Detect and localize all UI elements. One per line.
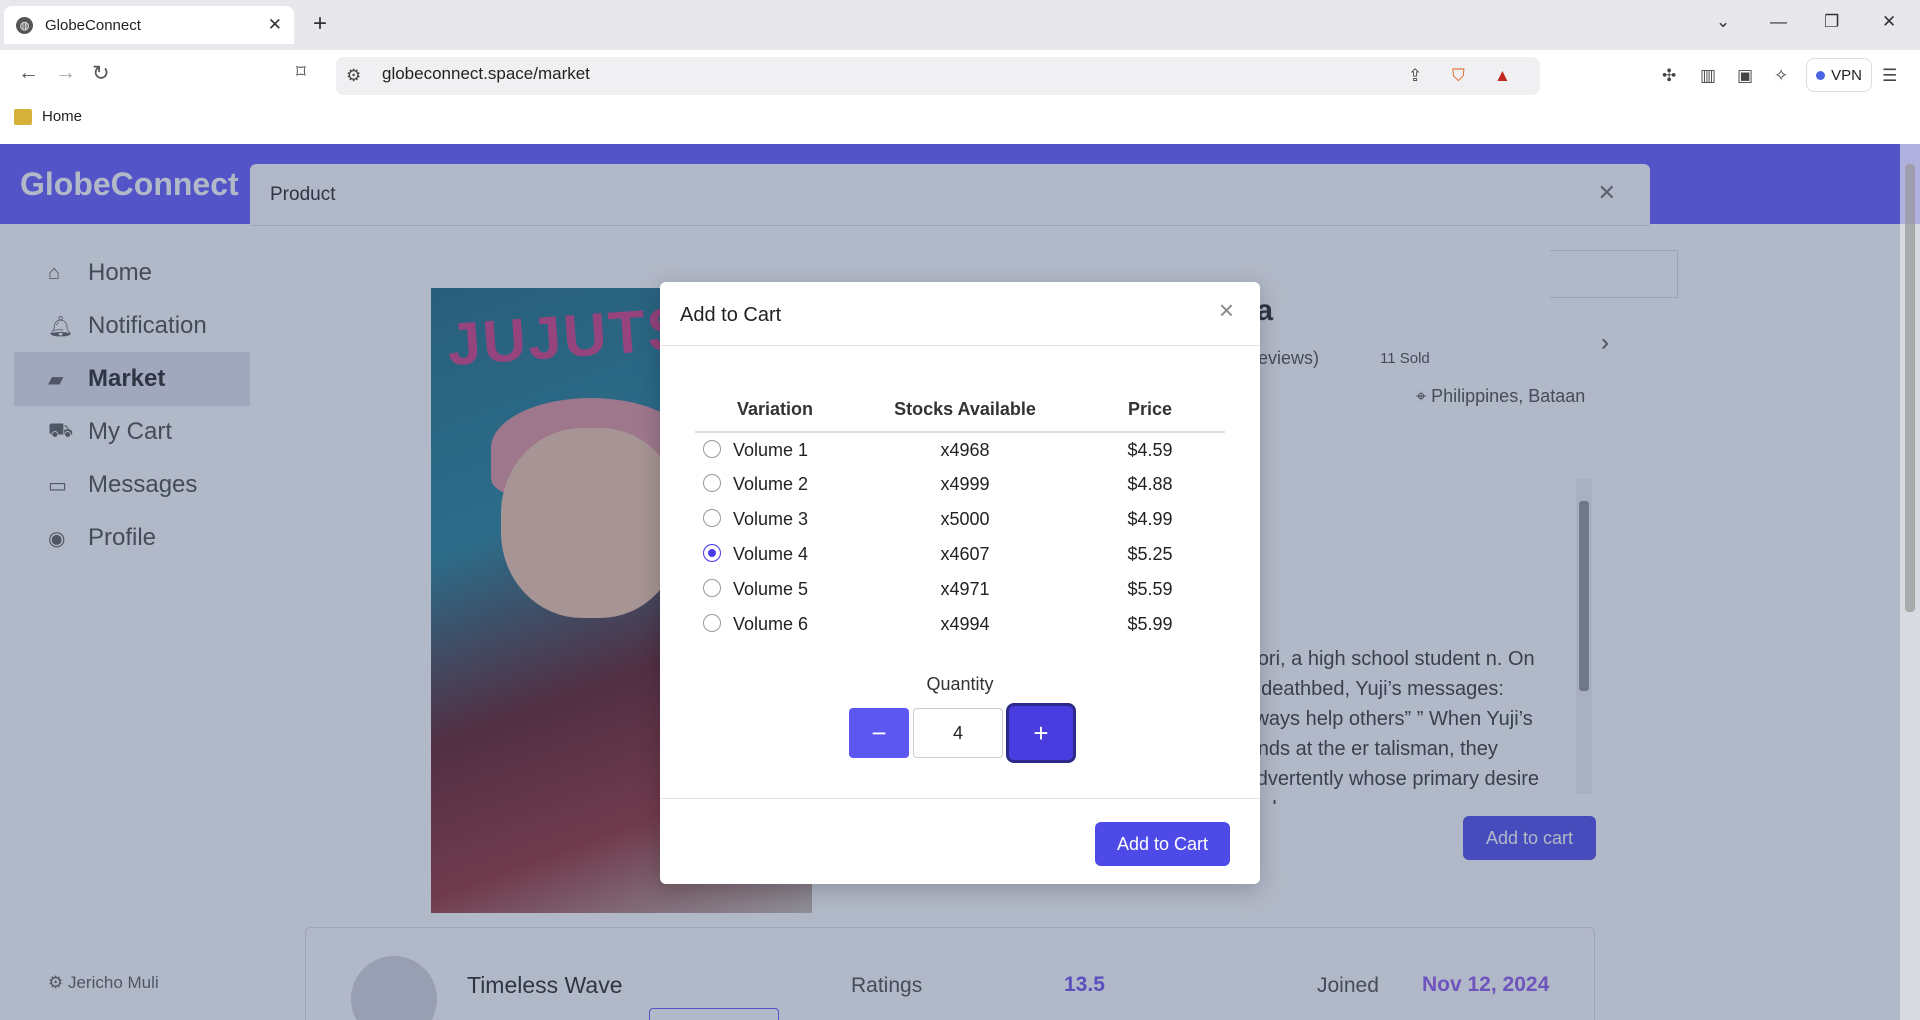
variation-table: Variation Stocks Available Price Volume …	[695, 388, 1225, 642]
bookmark-icon[interactable]: ⌑	[296, 61, 306, 84]
column-header-stocks: Stocks Available	[855, 388, 1075, 433]
variation-cell[interactable]: Volume 1	[695, 432, 855, 467]
site-info-icon[interactable]: ⚙	[346, 66, 361, 86]
stock-cell: x4971	[940, 579, 990, 599]
stock-cell: x5000	[940, 509, 990, 529]
column-header-variation: Variation	[695, 388, 855, 433]
brave-rewards-icon[interactable]: ▲	[1494, 66, 1511, 86]
dialog-header: Add to Cart ×	[660, 282, 1260, 346]
add-to-cart-button[interactable]: Add to Cart	[1095, 822, 1230, 866]
price-cell: $4.99	[1127, 509, 1173, 529]
tab-close-icon[interactable]: ✕	[268, 15, 282, 35]
column-header-price: Price	[1075, 388, 1225, 433]
add-to-cart-dialog: Add to Cart × Variation Stocks Available…	[660, 282, 1260, 884]
new-tab-icon[interactable]: +	[313, 10, 327, 38]
menu-icon[interactable]: ☰	[1882, 66, 1897, 86]
sidebar-toggle-icon[interactable]: ▥	[1700, 66, 1716, 86]
table-row[interactable]: Volume 4 x4607 $5.25	[695, 537, 1225, 572]
variation-radio[interactable]	[703, 474, 721, 493]
wallet-icon[interactable]: ▣	[1737, 66, 1753, 86]
variation-label: Volume 4	[733, 544, 809, 564]
table-row[interactable]: Volume 3 x5000 $4.99	[695, 502, 1225, 537]
table-row[interactable]: Volume 5 x4971 $5.59	[695, 572, 1225, 607]
stock-cell: x4994	[940, 614, 990, 634]
page-scrollbar-thumb[interactable]	[1905, 164, 1915, 612]
variation-cell[interactable]: Volume 3	[695, 502, 855, 537]
share-icon[interactable]: ⇪	[1408, 66, 1422, 86]
variation-cell[interactable]: Volume 6	[695, 607, 855, 642]
minimize-icon[interactable]: —	[1770, 12, 1787, 32]
back-icon[interactable]: ←	[18, 61, 39, 85]
variation-label: Volume 6	[733, 614, 809, 634]
variation-radio[interactable]	[703, 439, 721, 458]
variation-radio-selected[interactable]	[703, 544, 721, 563]
variation-cell[interactable]: Volume 4	[695, 537, 855, 572]
vpn-status-icon	[1816, 70, 1826, 80]
bookmark-home-label: Home	[42, 108, 83, 125]
stock-cell: x4607	[940, 544, 990, 564]
variation-label: Volume 5	[733, 579, 809, 599]
tab-search-chevron-icon[interactable]: ⌄	[1716, 12, 1730, 32]
browser-tab-strip: ◍ GlobeConnect ✕ + ⌄ — ❐ ✕	[0, 0, 1920, 50]
bookmark-home[interactable]: Home	[14, 108, 82, 125]
vpn-button[interactable]: VPN	[1806, 58, 1872, 92]
price-cell: $4.88	[1127, 474, 1173, 494]
globe-icon: ◍	[16, 16, 33, 34]
dialog-title: Add to Cart	[680, 304, 782, 326]
bookmarks-bar	[0, 100, 1920, 144]
variation-radio[interactable]	[703, 614, 721, 633]
price-cell: $4.59	[1127, 439, 1173, 460]
variation-label: Volume 2	[733, 474, 809, 494]
window-close-icon[interactable]: ✕	[1882, 12, 1896, 32]
variation-radio[interactable]	[703, 509, 721, 528]
minus-icon: −	[871, 717, 887, 748]
leo-ai-icon[interactable]: ✧	[1774, 66, 1788, 86]
extensions-icon[interactable]: ✣	[1662, 66, 1676, 86]
tab-title: GlobeConnect	[45, 16, 141, 34]
quantity-label: Quantity	[926, 674, 994, 694]
reload-icon[interactable]: ↻	[92, 61, 110, 86]
variation-cell[interactable]: Volume 2	[695, 467, 855, 502]
price-cell: $5.99	[1127, 614, 1173, 634]
variation-cell[interactable]: Volume 5	[695, 572, 855, 607]
brave-shield-icon[interactable]: ⛉	[1452, 66, 1465, 86]
price-cell: $5.25	[1127, 544, 1173, 564]
close-icon[interactable]: ×	[1219, 297, 1234, 323]
plus-icon: +	[1033, 717, 1049, 748]
quantity-decrement-button[interactable]: −	[849, 708, 909, 758]
variation-label: Volume 1	[733, 439, 809, 460]
variation-radio[interactable]	[703, 579, 721, 598]
price-cell: $5.59	[1127, 579, 1173, 599]
variation-label: Volume 3	[733, 509, 809, 529]
stock-cell: x4999	[940, 474, 990, 494]
quantity-increment-button[interactable]: +	[1009, 706, 1073, 760]
vpn-label: VPN	[1831, 66, 1862, 84]
table-row[interactable]: Volume 6 x4994 $5.99	[695, 607, 1225, 642]
browser-tab[interactable]: ◍ GlobeConnect ✕	[4, 6, 294, 44]
page-scrollbar[interactable]	[1900, 144, 1920, 1020]
table-row[interactable]: Volume 2 x4999 $4.88	[695, 467, 1225, 502]
quantity-input[interactable]	[913, 708, 1003, 758]
bookmark-folder-icon	[14, 108, 32, 125]
url-text[interactable]: globeconnect.space/market	[382, 64, 590, 84]
table-row[interactable]: Volume 1 x4968 $4.59	[695, 432, 1225, 467]
forward-icon[interactable]: →	[55, 61, 76, 85]
stock-cell: x4968	[940, 439, 990, 460]
restore-icon[interactable]: ❐	[1824, 12, 1839, 32]
